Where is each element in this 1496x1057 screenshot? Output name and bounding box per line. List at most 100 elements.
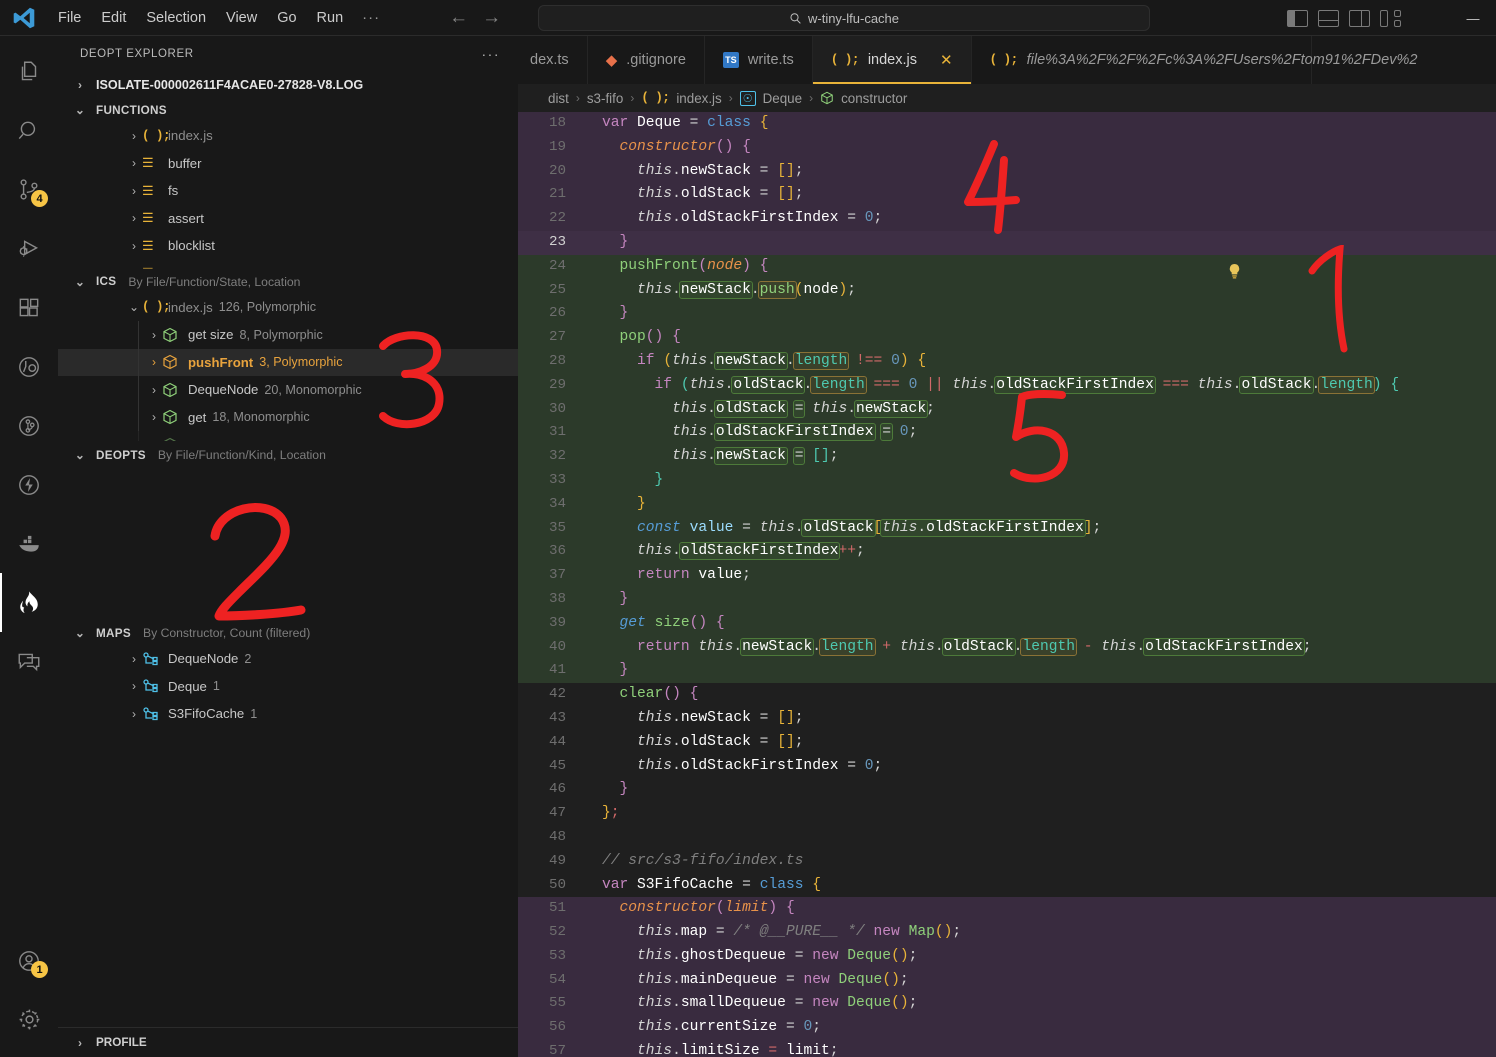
toggle-secondary-sidebar-icon[interactable] — [1349, 10, 1370, 27]
code-editor[interactable]: 18 var Deque = class { 19 constructor() … — [518, 112, 1496, 1057]
code-line[interactable]: 33 } — [518, 469, 1496, 493]
code-line[interactable]: 41 } — [518, 659, 1496, 683]
code-line[interactable]: 27 pop() { — [518, 326, 1496, 350]
tab-index-js[interactable]: ( ); index.js ✕ — [813, 36, 972, 84]
code-line[interactable]: 35 const value = this.oldStack[this.oldS… — [518, 517, 1496, 541]
section-profile[interactable]: › PROFILE — [58, 1027, 518, 1057]
activity-item-settings[interactable] — [0, 990, 58, 1049]
customize-layout-icon[interactable] — [1380, 10, 1401, 27]
toggle-primary-sidebar-icon[interactable] — [1287, 10, 1308, 27]
code-line[interactable]: 31 this.oldStackFirstIndex = 0; — [518, 421, 1496, 445]
close-icon[interactable]: ✕ — [940, 51, 953, 69]
code-line[interactable]: 45 this.oldStackFirstIndex = 0; — [518, 755, 1496, 779]
tab-gitignore[interactable]: ◆ .gitignore — [588, 36, 705, 84]
code-line[interactable]: 54 this.mainDequeue = new Deque(); — [518, 969, 1496, 993]
code-line[interactable]: 36 this.oldStackFirstIndex++; — [518, 540, 1496, 564]
minimize-button[interactable]: — — [1450, 0, 1496, 36]
tree-item-functions-blocklist[interactable]: › ☰ blocklist — [58, 232, 518, 260]
tab-dex-ts[interactable]: dex.ts — [518, 36, 588, 84]
code-line[interactable]: 20 this.newStack = []; — [518, 160, 1496, 184]
toggle-panel-icon[interactable] — [1318, 10, 1339, 27]
activity-item-explorer[interactable] — [0, 42, 58, 101]
tab-write-ts[interactable]: TS write.ts — [705, 36, 813, 84]
code-line[interactable]: 53 this.ghostDequeue = new Deque(); — [518, 945, 1496, 969]
tree-item-functions-fs[interactable]: › ☰ fs — [58, 177, 518, 205]
code-line[interactable]: 47 }; — [518, 802, 1496, 826]
menu-go[interactable]: Go — [267, 7, 306, 29]
tree-item-functions-buffer[interactable]: › ☰ buffer — [58, 150, 518, 178]
breadcrumb-item-deque[interactable]: Deque — [763, 91, 802, 106]
activity-item-testing[interactable] — [0, 337, 58, 396]
menu-selection[interactable]: Selection — [136, 7, 216, 29]
tree-root-isolate-log[interactable]: › ISOLATE-000002611F4ACAE0-27828-V8.LOG — [58, 72, 518, 98]
sidebar-more-actions-button[interactable]: ··· — [482, 46, 501, 62]
section-maps[interactable]: ⌄ MAPS By Constructor, Count (filtered) — [58, 621, 518, 645]
back-icon[interactable]: ← — [449, 8, 468, 27]
section-ics[interactable]: ⌄ ICS By File/Function/State, Location — [58, 270, 518, 294]
menu-bar[interactable]: File Edit Selection View Go Run ··· — [48, 6, 389, 29]
quick-search-input[interactable]: w-tiny-lfu-cache — [538, 5, 1150, 31]
tree-item-ics-pushfront[interactable]: › pushFront 3, Polymorphic — [58, 349, 518, 377]
activity-item-source-control[interactable]: 4 — [0, 160, 58, 219]
code-line-current[interactable]: 23 } — [518, 231, 1496, 255]
menu-overflow-button[interactable]: ··· — [353, 6, 389, 29]
tree-item-maps-deque[interactable]: › Deque 1 — [58, 673, 518, 701]
forward-icon[interactable]: → — [482, 8, 501, 27]
code-line[interactable]: 25 this.newStack.push(node); — [518, 279, 1496, 303]
code-line[interactable]: 40 return this.newStack.length + this.ol… — [518, 636, 1496, 660]
tree-item-ics-get[interactable]: › get 18, Monomorphic — [58, 404, 518, 432]
code-line[interactable]: 24 pushFront(node) { — [518, 255, 1496, 279]
sidebar-tree[interactable]: › ISOLATE-000002611F4ACAE0-27828-V8.LOG … — [58, 72, 518, 1027]
breadcrumb-item-index-js[interactable]: index.js — [676, 91, 721, 106]
activity-item-run-and-debug[interactable] — [0, 219, 58, 278]
tree-item-ics-get-size[interactable]: › get size 8, Polymorphic — [58, 321, 518, 349]
menu-view[interactable]: View — [216, 7, 267, 29]
activity-item-search[interactable] — [0, 101, 58, 160]
activity-item-deopt-explorer[interactable] — [0, 573, 58, 632]
code-line[interactable]: 30 this.oldStack = this.newStack; — [518, 398, 1496, 422]
code-line[interactable]: 42 clear() { — [518, 683, 1496, 707]
code-line[interactable]: 34 } — [518, 493, 1496, 517]
code-line[interactable]: 26 } — [518, 302, 1496, 326]
code-line[interactable]: 57 this.limitSize = limit; — [518, 1040, 1496, 1057]
code-line[interactable]: 49 // src/s3-fifo/index.ts — [518, 850, 1496, 874]
code-line[interactable]: 29 if (this.oldStack.length === 0 || thi… — [518, 374, 1496, 398]
tree-item-functions-index-js[interactable]: › ( ); index.js — [58, 122, 518, 150]
tab-file-url[interactable]: ( ); file%3A%2F%2F%2Fc%3A%2FUsers%2Ftom9… — [972, 36, 1312, 84]
code-line[interactable]: 18 var Deque = class { — [518, 112, 1496, 136]
code-line[interactable]: 21 this.oldStack = []; — [518, 183, 1496, 207]
activity-item-git-graph[interactable] — [0, 396, 58, 455]
activity-item-comments[interactable] — [0, 632, 58, 691]
code-line[interactable]: 37 return value; — [518, 564, 1496, 588]
code-line[interactable]: 50 var S3FifoCache = class { — [518, 874, 1496, 898]
code-line[interactable]: 32 this.newStack = []; — [518, 445, 1496, 469]
breadcrumb-item-dist[interactable]: dist — [548, 91, 569, 106]
menu-edit[interactable]: Edit — [91, 7, 136, 29]
section-deopts[interactable]: ⌄ DEOPTS By File/Function/Kind, Location — [58, 443, 518, 467]
breadcrumb-item-s3-fifo[interactable]: s3-fifo — [587, 91, 623, 106]
menu-run[interactable]: Run — [307, 7, 354, 29]
code-line[interactable]: 43 this.newStack = []; — [518, 707, 1496, 731]
breadcrumb-item-constructor[interactable]: constructor — [841, 91, 907, 106]
menu-file[interactable]: File — [48, 7, 91, 29]
code-line[interactable]: 44 this.oldStack = []; — [518, 731, 1496, 755]
activity-item-performance[interactable] — [0, 455, 58, 514]
code-line[interactable]: 39 get size() { — [518, 612, 1496, 636]
section-functions[interactable]: ⌄ FUNCTIONS — [58, 98, 518, 122]
activity-item-docker[interactable] — [0, 514, 58, 573]
tree-item-maps-dequenode[interactable]: › DequeNode 2 — [58, 645, 518, 673]
tree-item-functions-assert[interactable]: › ☰ assert — [58, 205, 518, 233]
lightbulb-icon[interactable] — [1122, 239, 1136, 253]
code-line[interactable]: 38 } — [518, 588, 1496, 612]
code-line[interactable]: 52 this.map = /* @__PURE__ */ new Map(); — [518, 921, 1496, 945]
tree-item-maps-s3fifocache[interactable]: › S3FifoCache 1 — [58, 700, 518, 728]
code-line[interactable]: 28 if (this.newStack.length !== 0) { — [518, 350, 1496, 374]
activity-item-extensions[interactable] — [0, 278, 58, 337]
tree-item-ics-dequenode[interactable]: › DequeNode 20, Monomorphic — [58, 376, 518, 404]
code-line[interactable]: 51 constructor(limit) { — [518, 897, 1496, 921]
code-line[interactable]: 56 this.currentSize = 0; — [518, 1016, 1496, 1040]
code-line[interactable]: 48 — [518, 826, 1496, 850]
code-line[interactable]: 46 } — [518, 778, 1496, 802]
code-line[interactable]: 22 this.oldStackFirstIndex = 0; — [518, 207, 1496, 231]
tree-item-ics-index-js[interactable]: ⌄ ( ); index.js 126, Polymorphic — [58, 294, 518, 322]
